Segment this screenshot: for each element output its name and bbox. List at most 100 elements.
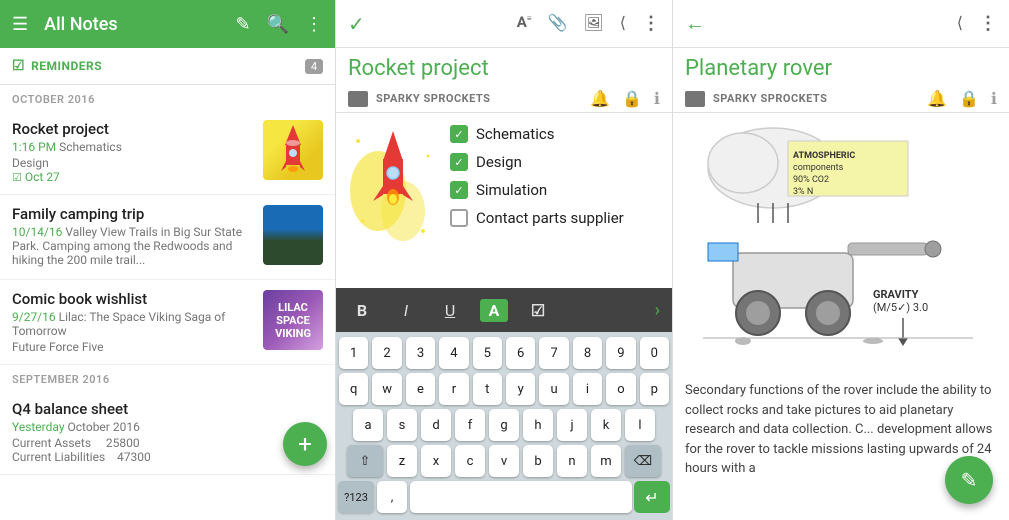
note-title-rocket: Rocket project	[12, 120, 255, 138]
search-icon[interactable]: 🔍	[267, 14, 289, 35]
key-q[interactable]: q	[339, 373, 368, 405]
fab-add-button[interactable]: +	[283, 422, 327, 466]
rover-fab-edit-button[interactable]: ✎	[945, 456, 993, 504]
key-j[interactable]: j	[557, 409, 587, 441]
key-w[interactable]: w	[372, 373, 401, 405]
font-color-button[interactable]: A	[480, 299, 508, 322]
info-icon[interactable]: ℹ	[654, 89, 660, 108]
format-text-icon[interactable]: A≡	[517, 13, 532, 34]
note-item-comic[interactable]: Comic book wishlist 9/27/16 Lilac: The S…	[0, 280, 335, 365]
key-y[interactable]: y	[506, 373, 535, 405]
key-s[interactable]: s	[387, 409, 417, 441]
key-d[interactable]: d	[421, 409, 451, 441]
rover-info-icon[interactable]: ℹ	[991, 89, 997, 108]
key-8[interactable]: 8	[573, 337, 602, 369]
rover-more-icon[interactable]: ⋮	[979, 13, 997, 34]
image-icon[interactable]: 🖼	[583, 13, 603, 34]
key-g[interactable]: g	[489, 409, 519, 441]
note-thumb-rocket	[263, 120, 323, 180]
key-f[interactable]: f	[455, 409, 485, 441]
check-item-design[interactable]: ✓ Design	[450, 153, 660, 171]
panel-rover-detail: ← ⟨ ⋮ Planetary rover SPARKY SPROCKETS 🔔…	[673, 0, 1009, 520]
key-9[interactable]: 9	[606, 337, 635, 369]
key-4[interactable]: 4	[439, 337, 468, 369]
check-item-schematics[interactable]: ✓ Schematics	[450, 125, 660, 143]
key-m[interactable]: m	[591, 445, 621, 477]
check-item-simulation[interactable]: ✓ Simulation	[450, 181, 660, 199]
note-meta-comic: 9/27/16 Lilac: The Space Viking Saga of …	[12, 310, 255, 338]
key-r[interactable]: r	[439, 373, 468, 405]
keyboard-bottom-row: ?123 , ↵	[338, 480, 670, 514]
key-num-switch[interactable]: ?123	[338, 481, 374, 513]
more-options-icon[interactable]: ⋮	[642, 13, 660, 34]
share-icon[interactable]: ⟨	[620, 13, 626, 34]
more-icon[interactable]: ⋮	[305, 14, 323, 35]
key-l[interactable]: l	[625, 409, 655, 441]
key-x[interactable]: x	[421, 445, 451, 477]
italic-button[interactable]: I	[392, 301, 420, 320]
checkbox-simulation[interactable]: ✓	[450, 181, 468, 199]
key-enter[interactable]: ↵	[634, 481, 670, 513]
key-i[interactable]: i	[573, 373, 602, 405]
checkbox-design[interactable]: ✓	[450, 153, 468, 171]
notes-title: All Notes	[44, 14, 219, 35]
key-6[interactable]: 6	[506, 337, 535, 369]
panel-all-notes: ☰ All Notes ✎ 🔍 ⋮ ☑ REMINDERS 4 OCTOBER …	[0, 0, 336, 520]
reminders-badge: 4	[305, 59, 323, 74]
key-v[interactable]: v	[489, 445, 519, 477]
attach-icon[interactable]: 📎	[548, 13, 568, 34]
bold-button[interactable]: B	[348, 301, 376, 320]
rover-lock-icon[interactable]: 🔒	[959, 89, 979, 108]
note-category-rocket: Design	[12, 156, 255, 170]
rover-alarm-icon[interactable]: 🔔	[927, 89, 947, 108]
key-n[interactable]: n	[557, 445, 587, 477]
notes-header: ☰ All Notes ✎ 🔍 ⋮	[0, 0, 335, 48]
note-item-camping[interactable]: Family camping trip 10/14/16 Valley View…	[0, 195, 335, 280]
key-shift[interactable]: ⇧	[347, 445, 383, 477]
key-2[interactable]: 2	[372, 337, 401, 369]
key-u[interactable]: u	[539, 373, 568, 405]
checkbox-contact[interactable]	[450, 209, 468, 227]
key-c[interactable]: c	[455, 445, 485, 477]
alarm-icon[interactable]: 🔔	[590, 89, 610, 108]
key-1[interactable]: 1	[339, 337, 368, 369]
notebook-actions: 🔔 🔒 ℹ	[590, 89, 660, 108]
key-3[interactable]: 3	[406, 337, 435, 369]
note-item-balance[interactable]: Q4 balance sheet Yesterday October 2016 …	[0, 390, 335, 475]
checklist-button[interactable]: ☑	[524, 301, 552, 320]
rover-notebook-actions: 🔔 🔒 ℹ	[927, 89, 997, 108]
more-format-arrow[interactable]: ›	[655, 300, 660, 321]
key-z[interactable]: z	[387, 445, 417, 477]
note-item-rocket[interactable]: Rocket project 1:16 PM Schematics Design…	[0, 110, 335, 195]
underline-button[interactable]: U	[436, 301, 464, 320]
rover-notebook-icon	[685, 91, 705, 107]
key-backspace[interactable]: ⌫	[625, 445, 661, 477]
key-o[interactable]: o	[606, 373, 635, 405]
checklist-label-simulation: Simulation	[476, 181, 547, 199]
svg-text:90% CO2: 90% CO2	[793, 175, 829, 185]
rover-share-icon[interactable]: ⟨	[957, 13, 963, 34]
back-icon[interactable]: ←	[685, 11, 705, 36]
lock-icon[interactable]: 🔒	[622, 89, 642, 108]
note-reminder-rocket: ☑ Oct 27	[12, 170, 255, 184]
key-p[interactable]: p	[640, 373, 669, 405]
key-0[interactable]: 0	[640, 337, 669, 369]
key-b[interactable]: b	[523, 445, 553, 477]
key-7[interactable]: 7	[539, 337, 568, 369]
key-t[interactable]: t	[473, 373, 502, 405]
key-h[interactable]: h	[523, 409, 553, 441]
panel-rocket-detail: ✓ A≡ 📎 🖼 ⟨ ⋮ Rocket project SPARKY SPROC…	[336, 0, 673, 520]
key-comma[interactable]: ,	[377, 481, 407, 513]
key-k[interactable]: k	[591, 409, 621, 441]
edit-icon[interactable]: ✎	[235, 14, 250, 35]
key-space[interactable]	[410, 481, 632, 513]
key-e[interactable]: e	[406, 373, 435, 405]
check-icon[interactable]: ✓	[348, 12, 365, 36]
check-item-contact[interactable]: Contact parts supplier	[450, 209, 660, 227]
key-5[interactable]: 5	[473, 337, 502, 369]
reminders-bar[interactable]: ☑ REMINDERS 4	[0, 48, 335, 85]
keyboard-numbers-row: 1 2 3 4 5 6 7 8 9 0	[338, 336, 670, 370]
checkbox-schematics[interactable]: ✓	[450, 125, 468, 143]
menu-icon[interactable]: ☰	[12, 14, 28, 35]
key-a[interactable]: a	[353, 409, 383, 441]
